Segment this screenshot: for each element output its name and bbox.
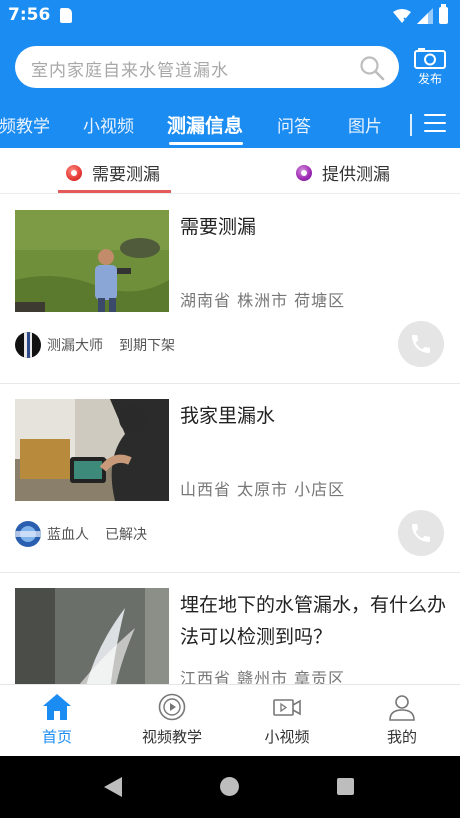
call-button[interactable]	[398, 321, 444, 367]
nav-label: 小视频	[264, 728, 310, 746]
nav-label: 首页	[41, 728, 72, 746]
card-location: 湖南省 株洲市 荷塘区	[180, 291, 346, 310]
phone-icon	[412, 335, 430, 353]
avatar	[15, 521, 41, 547]
home-circle-icon[interactable]	[220, 777, 239, 796]
active-tab-indicator	[169, 142, 243, 145]
publish-button[interactable]: 发布	[412, 47, 448, 89]
card-title: 我家里漏水	[180, 405, 276, 427]
search-icon[interactable]	[359, 55, 385, 81]
subtab-offer-detection[interactable]: 提供测漏	[296, 160, 390, 185]
recent-apps-icon[interactable]	[337, 778, 354, 795]
user-icon	[389, 695, 415, 721]
card-location: 山西省 太原市 小店区	[180, 480, 346, 499]
nav-mine[interactable]: 我的	[352, 693, 452, 747]
subtab-need-detection[interactable]: 需要测漏	[66, 160, 160, 185]
location-pin-icon	[296, 164, 312, 181]
leak-info-feed: 需要测漏 湖南省 株洲市 荷塘区 测漏大师 到期下架 我家里漏水 山西省 太原市…	[0, 195, 460, 684]
subtab-label: 需要测漏	[92, 165, 160, 185]
feed-card[interactable]: 需要测漏 湖南省 株洲市 荷塘区 测漏大师 到期下架	[0, 195, 460, 384]
tab-short-video[interactable]: 小视频	[83, 112, 134, 137]
status-label: 已解决	[105, 527, 147, 543]
video-play-icon	[158, 693, 186, 721]
card-thumbnail	[15, 210, 169, 312]
status-time: 7:56	[8, 5, 51, 25]
system-navigation-bar	[0, 756, 460, 818]
nav-label: 我的	[386, 728, 417, 746]
nav-home[interactable]: 首页	[7, 693, 107, 747]
card-title: 需要测漏	[180, 216, 257, 238]
home-icon	[43, 694, 71, 720]
signal-icon	[417, 7, 433, 24]
location-pin-icon	[66, 164, 82, 181]
bottom-navigation: 首页 视频教学 小视频 我的	[0, 684, 460, 756]
tab-images[interactable]: 图片	[348, 112, 382, 137]
call-button[interactable]	[398, 510, 444, 556]
search-box[interactable]: 室内家庭自来水管道漏水	[15, 46, 399, 88]
battery-icon	[439, 4, 448, 24]
tab-divider	[410, 114, 412, 136]
nav-label: 视频教学	[141, 728, 202, 746]
subtab-label: 提供测漏	[322, 165, 390, 185]
nav-video-tutorial[interactable]: 视频教学	[122, 693, 222, 747]
card-location: 江西省 赣州市 章贡区	[180, 669, 346, 684]
menu-icon[interactable]	[424, 114, 446, 134]
search-placeholder: 室内家庭自来水管道漏水	[31, 61, 229, 81]
tab-leak-info[interactable]: 测漏信息	[167, 111, 243, 138]
sub-tabs: 需要测漏 提供测漏	[0, 148, 460, 194]
user-name: 蓝血人	[47, 527, 89, 543]
avatar	[15, 332, 41, 358]
tab-qa[interactable]: 问答	[277, 112, 311, 137]
wifi-icon	[393, 8, 411, 23]
back-icon[interactable]	[104, 777, 122, 797]
feed-card[interactable]: 埋在地下的水管漏水，有什么办法可以检测到吗？ 江西省 赣州市 章贡区	[0, 573, 460, 684]
sd-card-icon	[60, 8, 72, 23]
nav-short-video[interactable]: 小视频	[237, 693, 337, 747]
feed-card[interactable]: 我家里漏水 山西省 太原市 小店区 蓝血人 已解决	[0, 384, 460, 573]
phone-icon	[412, 524, 430, 542]
status-icons	[393, 4, 448, 24]
status-bar: 7:56	[0, 0, 460, 32]
status-label: 到期下架	[119, 338, 175, 354]
channel-tabs: 视频教学 小视频 测漏信息 问答 图片	[0, 100, 460, 148]
card-thumbnail	[15, 588, 169, 684]
tab-video-tutorial[interactable]: 视频教学	[0, 112, 50, 137]
active-subtab-indicator	[58, 190, 171, 193]
camcorder-icon	[273, 699, 301, 716]
card-title: 埋在地下的水管漏水，有什么办法可以检测到吗？	[180, 594, 447, 648]
card-meta: 测漏大师 到期下架	[15, 332, 175, 358]
card-meta: 蓝血人 已解决	[15, 521, 147, 547]
camera-icon	[414, 48, 446, 69]
publish-label: 发布	[417, 72, 442, 86]
app-header: 7:56 室内家庭自来水管道漏水 发布 视频教学 小视频 测漏信息 问答 图片	[0, 0, 460, 148]
card-thumbnail	[15, 399, 169, 501]
user-name: 测漏大师	[47, 338, 103, 354]
